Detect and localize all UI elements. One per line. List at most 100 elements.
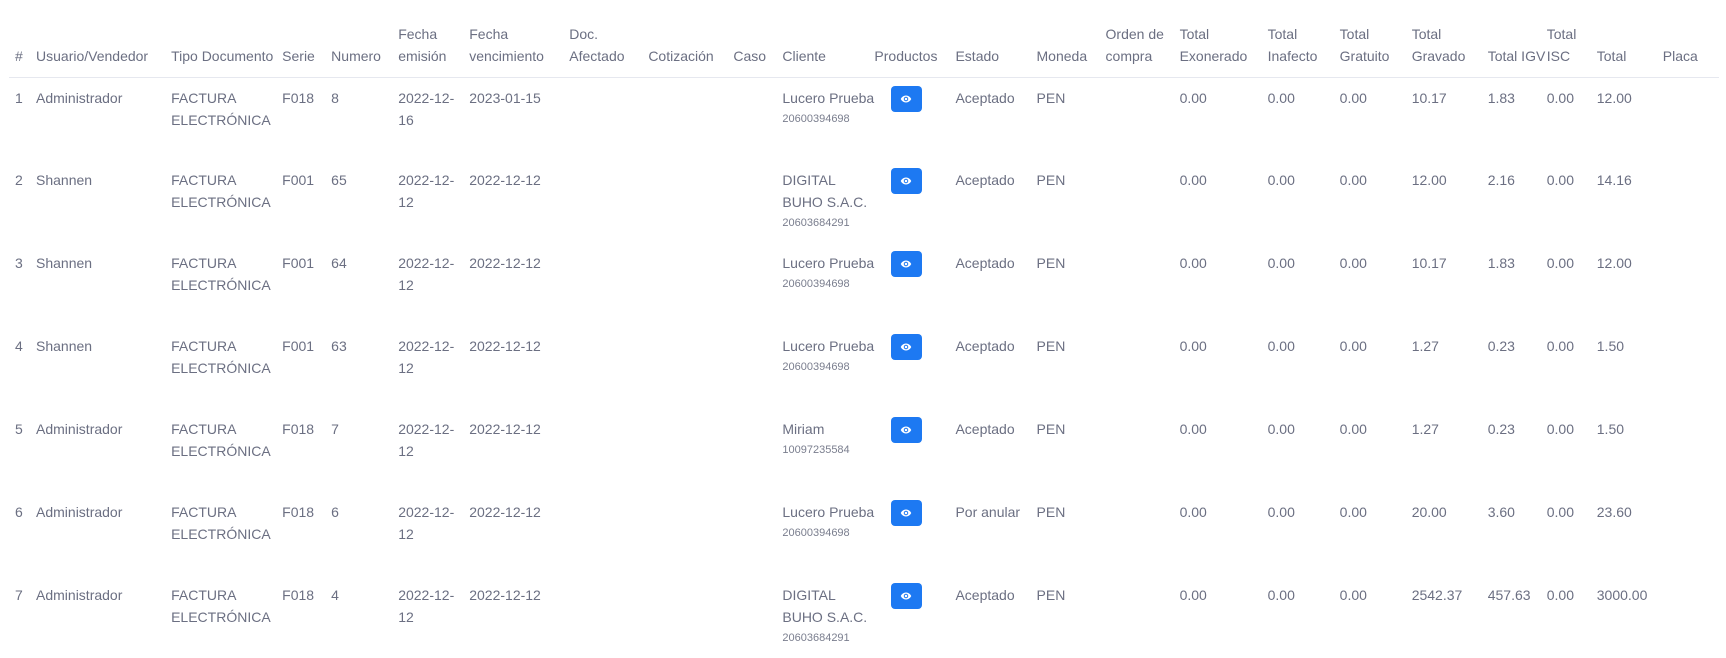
cell-productos — [874, 77, 955, 160]
view-products-button[interactable] — [891, 168, 923, 194]
cell-serie: F018 — [282, 504, 315, 520]
cell-tipo: FACTURA ELECTRÓNICA — [171, 421, 271, 459]
cell-productos — [874, 326, 955, 409]
cell-estado: Aceptado — [955, 421, 1015, 437]
cell-total: 1.50 — [1596, 421, 1625, 437]
cell-cliente: Lucero Prueba 20600394698 — [782, 492, 874, 575]
cell-estado: Aceptado — [955, 338, 1015, 354]
cell-idx: 3 — [15, 255, 23, 271]
view-products-button[interactable] — [891, 334, 923, 360]
cell-orden — [1106, 492, 1180, 575]
client-ruc: 20600394698 — [782, 112, 850, 125]
cell-igv: 457.63 — [1487, 587, 1531, 603]
table-row: 7 Administrador FACTURA ELECTRÓNICA F018 4 20… — [9, 575, 1719, 658]
cell-gravado: 10.17 — [1411, 89, 1447, 106]
column-header-serie: Serie — [282, 0, 332, 78]
table-row: 6 Administrador FACTURA ELECTRÓNICA F018 6 20… — [9, 492, 1719, 575]
cell-emision: 2022-12-12 — [398, 338, 455, 376]
cell-user: Shannen — [36, 255, 93, 271]
cell-serie: F018 — [282, 421, 315, 437]
view-products-button[interactable] — [891, 417, 923, 443]
view-products-button[interactable] — [891, 85, 923, 112]
column-header-tipo: Tipo Documento — [171, 0, 283, 78]
cell-isc: 0.00 — [1546, 255, 1574, 271]
cell-total: 1.50 — [1596, 338, 1625, 354]
view-products-button[interactable] — [891, 500, 923, 526]
cell-gravado: 20.00 — [1411, 504, 1447, 520]
client-name: Lucero Prueba — [782, 255, 875, 271]
view-products-button[interactable] — [891, 251, 923, 277]
table-row: 1 Administrador FACTURA ELECTRÓNICA F018 8 20… — [9, 77, 1719, 160]
cell-gratuito: 0.00 — [1339, 89, 1367, 106]
documents-table: # Usuario/Vendedor Tipo Documento Serie Nume… — [9, 0, 1719, 658]
view-products-button[interactable] — [891, 583, 923, 609]
cell-gravado: 1.27 — [1411, 338, 1439, 354]
cell-moneda: PEN — [1036, 338, 1066, 354]
cell-numero: 64 — [331, 255, 347, 271]
cell-caso — [733, 575, 782, 658]
cell-gravado: 12.00 — [1411, 172, 1447, 188]
column-header-igv: Total IGV — [1487, 0, 1547, 78]
column-header-isc: Total ISC — [1546, 0, 1597, 78]
column-header-gratuito: Total Gratuito — [1339, 0, 1412, 78]
client-ruc: 10097235584 — [782, 444, 850, 456]
cell-total: 14.16 — [1596, 172, 1632, 188]
cell-cliente: Lucero Prueba 20600394698 — [782, 326, 874, 409]
column-header-user: Usuario/Vendedor — [36, 0, 172, 78]
cell-tipo: FACTURA ELECTRÓNICA — [171, 89, 271, 128]
cell-caso — [733, 77, 782, 160]
column-header-cliente: Cliente — [782, 0, 875, 78]
column-header-placa: Placa — [1662, 0, 1719, 78]
cell-isc: 0.00 — [1546, 89, 1574, 106]
column-header-productos: Productos — [874, 0, 956, 78]
cell-moneda: PEN — [1036, 421, 1066, 437]
column-header-afectado: Doc. Afectado — [569, 0, 649, 78]
cell-venc: 2022-12-12 — [469, 172, 541, 188]
cell-cotizacion — [648, 243, 733, 326]
cell-productos — [874, 243, 955, 326]
client-ruc: 20600394698 — [782, 278, 850, 290]
cell-inafecto: 0.00 — [1267, 338, 1295, 354]
cell-moneda: PEN — [1036, 587, 1066, 603]
cell-gratuito: 0.00 — [1339, 338, 1367, 354]
cell-tipo: FACTURA ELECTRÓNICA — [171, 338, 271, 376]
cell-idx: 7 — [15, 587, 23, 603]
client-name: Lucero Prueba — [782, 338, 875, 354]
cell-inafecto: 0.00 — [1267, 255, 1295, 271]
cell-placa — [1663, 409, 1719, 492]
cell-cliente: DIGITAL BUHO S.A.C. 20603684291 — [782, 575, 874, 658]
cell-emision: 2022-12-16 — [398, 89, 455, 128]
cell-gravado: 1.27 — [1411, 421, 1439, 437]
cell-inafecto: 0.00 — [1267, 421, 1295, 437]
cell-afectado — [569, 243, 648, 326]
cell-gravado: 2542.37 — [1411, 587, 1463, 603]
cell-user: Administrador — [36, 587, 123, 603]
client-ruc: 20603684291 — [782, 632, 850, 644]
cell-cotizacion — [648, 575, 733, 658]
cell-orden — [1106, 243, 1180, 326]
cell-igv: 3.60 — [1487, 504, 1515, 520]
cell-exonerado: 0.00 — [1179, 587, 1207, 603]
cell-placa — [1663, 575, 1719, 658]
cell-igv: 0.23 — [1487, 338, 1515, 354]
table-body: 1 Administrador FACTURA ELECTRÓNICA F018 8 20… — [9, 77, 1719, 658]
cell-cotizacion — [648, 77, 733, 160]
cell-igv: 0.23 — [1487, 421, 1515, 437]
cell-gratuito: 0.00 — [1339, 504, 1367, 520]
cell-inafecto: 0.00 — [1267, 504, 1295, 520]
client-ruc: 20603684291 — [782, 217, 850, 229]
cell-cliente: DIGITAL BUHO S.A.C. 20603684291 — [782, 160, 874, 243]
cell-placa — [1663, 160, 1719, 243]
client-name: DIGITAL BUHO S.A.C. — [782, 172, 868, 210]
column-header-total: Total — [1596, 0, 1663, 78]
cell-total: 12.00 — [1596, 89, 1632, 106]
cell-tipo: FACTURA ELECTRÓNICA — [171, 255, 271, 293]
cell-orden — [1106, 160, 1180, 243]
cell-emision: 2022-12-12 — [398, 255, 455, 293]
cell-inafecto: 0.00 — [1267, 587, 1295, 603]
cell-user: Administrador — [36, 504, 123, 520]
column-header-orden: Orden de compra — [1105, 0, 1180, 78]
cell-placa — [1663, 492, 1719, 575]
cell-serie: F001 — [282, 172, 315, 188]
cell-venc: 2022-12-12 — [469, 255, 541, 271]
